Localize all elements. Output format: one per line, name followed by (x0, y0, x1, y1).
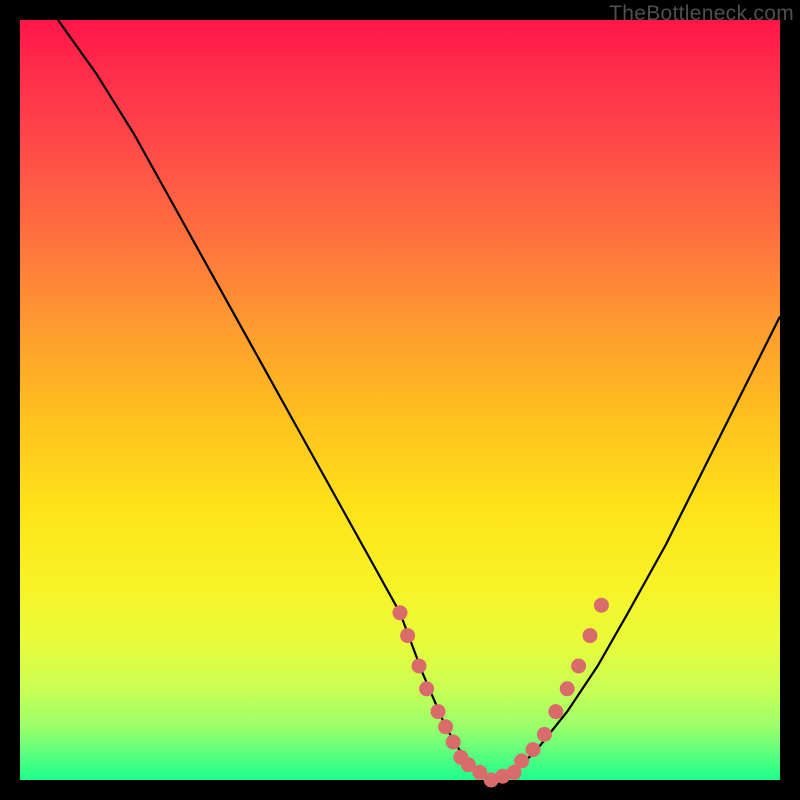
plot-area (20, 20, 780, 780)
trough-dot (431, 704, 446, 719)
trough-dot (412, 659, 427, 674)
trough-dot (571, 659, 586, 674)
trough-dot (560, 681, 575, 696)
trough-dot (400, 628, 415, 643)
trough-dot (514, 754, 529, 769)
trough-dot (537, 727, 552, 742)
trough-dot (419, 681, 434, 696)
curve-svg (20, 20, 780, 780)
trough-dot (526, 742, 541, 757)
chart-stage: TheBottleneck.com (0, 0, 800, 800)
trough-dot (583, 628, 598, 643)
trough-dot (548, 704, 563, 719)
trough-dot (393, 605, 408, 620)
trough-dots-group (393, 598, 609, 788)
trough-dot (594, 598, 609, 613)
trough-dot (446, 735, 461, 750)
trough-dot (438, 719, 453, 734)
